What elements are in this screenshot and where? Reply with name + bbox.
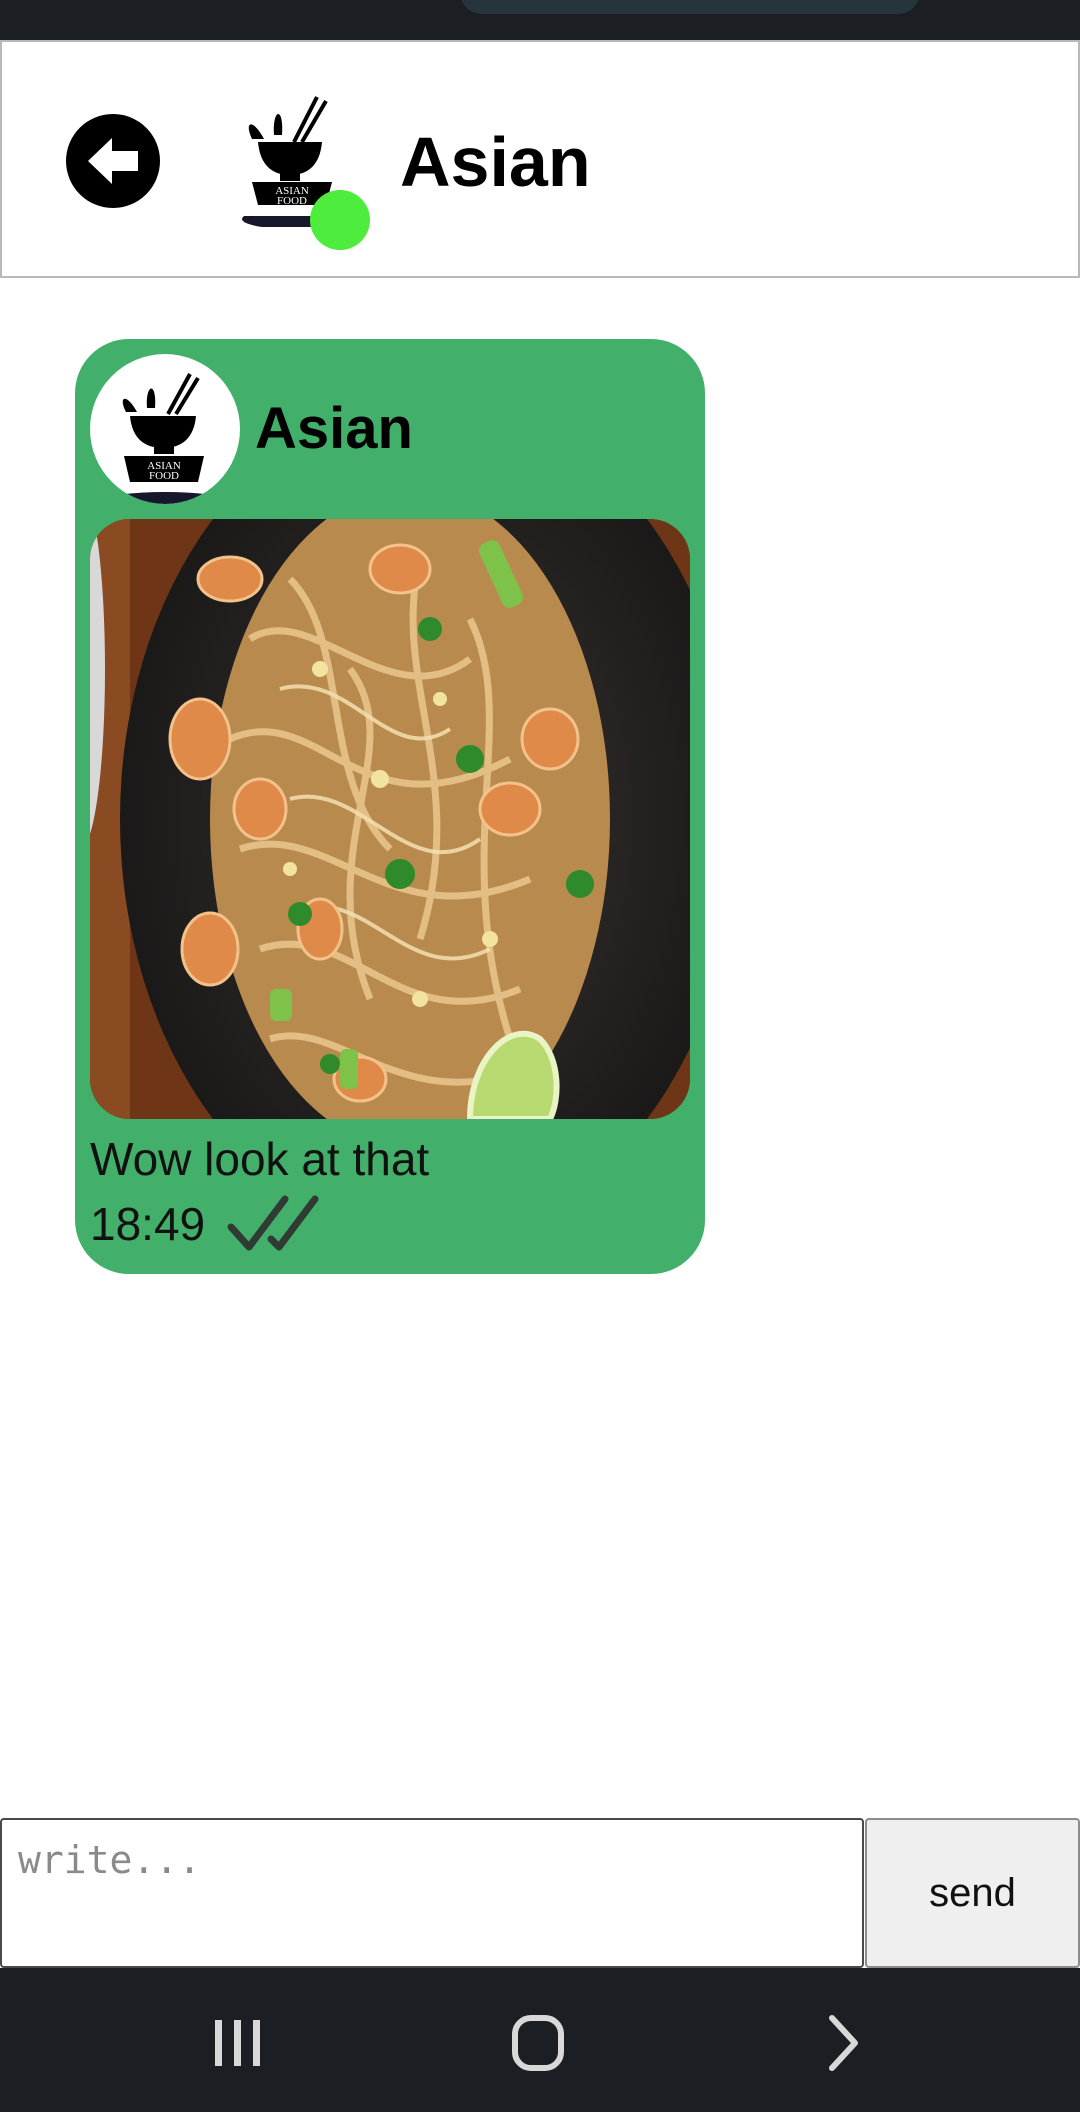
message-text: Wow look at that: [90, 1133, 430, 1185]
send-button[interactable]: send: [865, 1818, 1080, 1968]
system-nav-bar: [0, 1968, 1080, 2112]
back-button[interactable]: [66, 114, 160, 208]
compose-bar: send: [0, 1818, 1080, 1968]
forward-chevron-icon[interactable]: [797, 1998, 887, 2088]
online-status-dot: [310, 190, 370, 250]
double-check-icon: [227, 1195, 319, 1251]
message-input[interactable]: [0, 1818, 864, 1968]
message-time: 18:49: [90, 1198, 206, 1250]
home-icon[interactable]: [493, 1998, 583, 2088]
asian-food-logo-icon: ASIAN FOOD: [105, 373, 225, 504]
recents-icon[interactable]: [193, 1998, 283, 2088]
logo-text-food: FOOD: [277, 195, 307, 207]
status-pill: [460, 0, 920, 14]
status-bar: [0, 0, 1080, 40]
chat-title: Asian: [400, 123, 591, 201]
food-photo[interactable]: [90, 519, 690, 1119]
message-bubble[interactable]: ASIAN FOOD Asian Wow look at that 18:49: [75, 339, 705, 1274]
chat-header: ASIAN FOOD Asian: [0, 40, 1080, 278]
pad-thai-noodles-image: [90, 519, 690, 1119]
logo-text-food: FOOD: [149, 470, 179, 482]
sender-avatar[interactable]: ASIAN FOOD: [90, 354, 240, 504]
back-arrow-icon: [88, 138, 138, 184]
sender-name: Asian: [255, 396, 413, 461]
